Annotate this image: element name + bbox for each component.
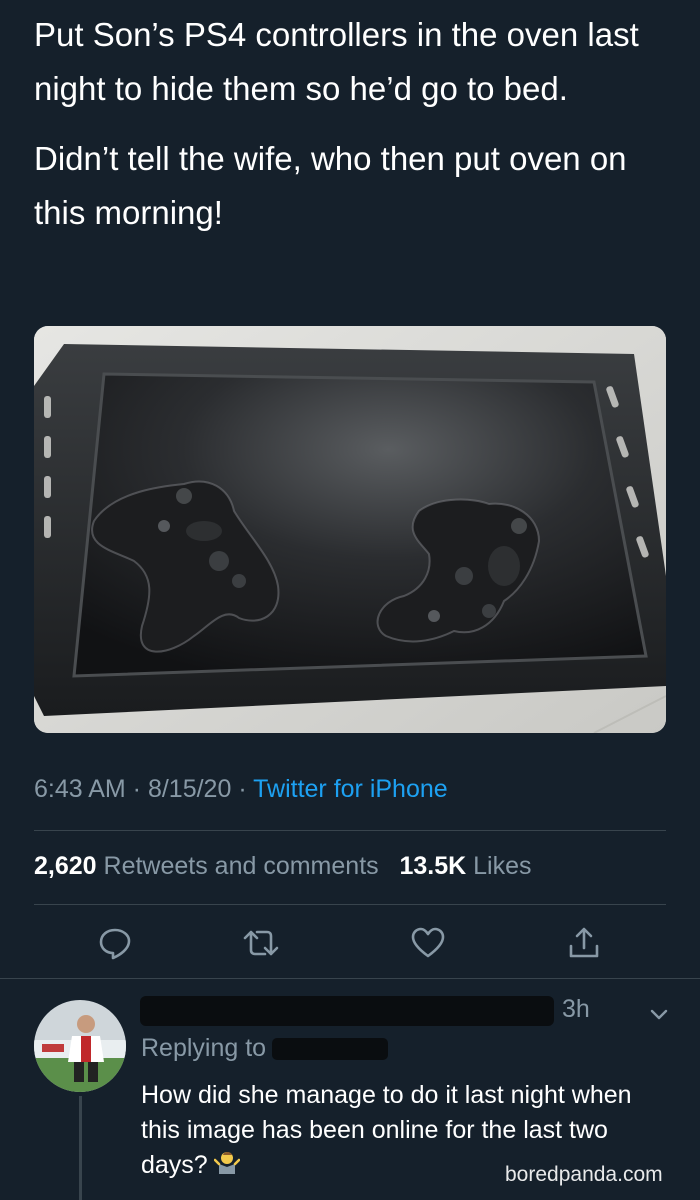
retweet-button[interactable] [243, 925, 279, 961]
replying-to-label: Replying to [141, 1034, 267, 1062]
share-icon [569, 927, 599, 958]
chevron-down-icon [650, 1009, 668, 1020]
tweet-text-paragraph-2: Didn’t tell the wife, who then put oven … [34, 140, 627, 231]
share-button[interactable] [566, 925, 602, 961]
tweet-meta: 6:43 AM · 8/15/20 · Twitter for iPhone [34, 775, 448, 804]
avatar[interactable] [34, 1000, 126, 1092]
tweet-detail-page: Put Son’s PS4 controllers in the oven la… [0, 0, 700, 1200]
tweet-time: 6:43 AM [34, 775, 126, 803]
replying-to: Replying to [141, 1034, 389, 1063]
retweet-icon [243, 930, 279, 956]
oven-tray-photo [34, 326, 666, 733]
retweets-stat[interactable]: 2,620 Retweets and comments [34, 852, 379, 880]
tweet-date: 8/15/20 [147, 775, 232, 803]
tweet-text-paragraph-1: Put Son’s PS4 controllers in the oven la… [34, 16, 639, 107]
like-button[interactable] [410, 925, 446, 961]
redacted-handle [272, 1038, 389, 1061]
likes-stat[interactable]: 13.5K Likes [399, 852, 531, 880]
tweet-source-link[interactable]: Twitter for iPhone [253, 775, 448, 803]
likes-label: Likes [473, 852, 532, 880]
watermark: boredpanda.com [505, 1163, 663, 1186]
tweet-text: Put Son’s PS4 controllers in the oven la… [34, 8, 674, 256]
reply-icon [99, 928, 131, 960]
divider [34, 904, 666, 905]
tweet-stats: 2,620 Retweets and comments 13.5K Likes [34, 852, 532, 881]
avatar-photo [34, 1000, 126, 1092]
like-icon [411, 927, 445, 958]
reply-button[interactable] [97, 925, 133, 961]
redacted-display-name [140, 996, 554, 1026]
thread-line [79, 1096, 82, 1200]
retweets-label: Retweets and comments [103, 852, 379, 880]
tweet-photo[interactable] [34, 326, 666, 733]
person-shrugging-emoji [213, 1148, 240, 1184]
likes-count: 13.5K [399, 852, 467, 880]
meta-separator: · [231, 775, 254, 803]
reply-time: 3h [562, 995, 590, 1023]
retweets-count: 2,620 [34, 852, 97, 880]
divider [0, 978, 700, 979]
more-options-button[interactable] [647, 1002, 671, 1026]
divider [34, 830, 666, 831]
meta-separator: · [125, 775, 148, 803]
